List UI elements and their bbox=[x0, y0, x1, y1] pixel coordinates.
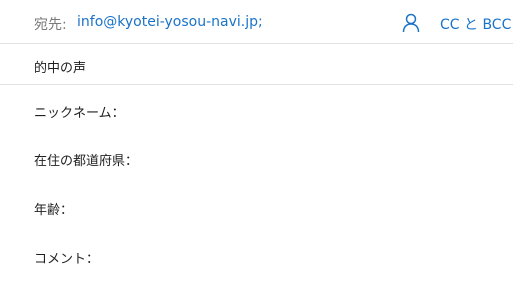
cc-bcc-button[interactable]: CC と BCC bbox=[440, 14, 511, 34]
to-row: 宛先: info@kyotei-yosou-navi.jp; CC と BCC bbox=[0, 0, 513, 44]
body-line-nickname: ニックネーム： bbox=[34, 106, 125, 121]
body-line-prefecture: 在住の都道府県： bbox=[34, 154, 139, 169]
subject-text[interactable]: 的中の声 bbox=[34, 57, 86, 76]
recipient-address[interactable]: info@kyotei-yosou-navi.jp; bbox=[77, 14, 263, 30]
subject-row[interactable]: 的中の声 bbox=[0, 44, 513, 85]
person-icon[interactable] bbox=[402, 13, 420, 33]
body-line-age: 年齢： bbox=[34, 203, 74, 218]
body-line-comment: コメント： bbox=[34, 252, 100, 267]
message-body[interactable]: ニックネーム： 在住の都道府県： 年齢： コメント： bbox=[0, 85, 513, 285]
to-label: 宛先: bbox=[34, 17, 67, 33]
email-compose: 宛先: info@kyotei-yosou-navi.jp; CC と BCC … bbox=[0, 0, 530, 285]
